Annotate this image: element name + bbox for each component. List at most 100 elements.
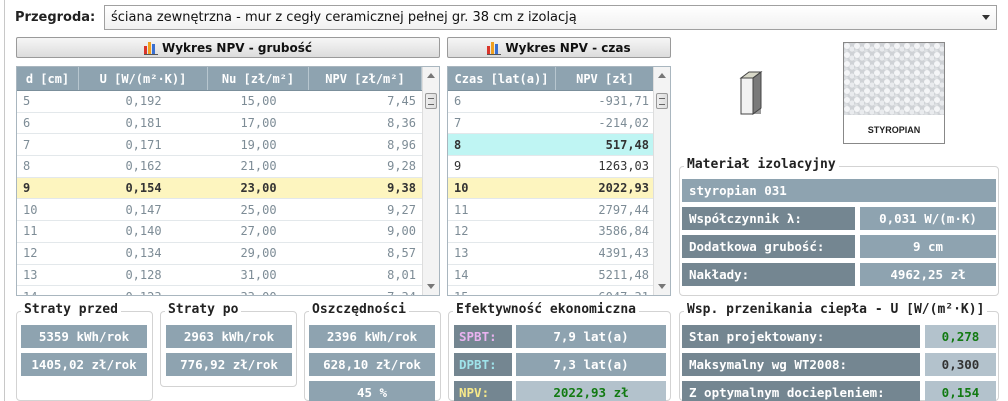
table-row[interactable]: 11 2797,44 xyxy=(448,199,670,222)
design-label: Stan projektowany: xyxy=(682,325,920,348)
time-table-scrollbar[interactable] xyxy=(653,67,670,295)
npv-thickness-chart-label: Wykres NPV - grubość xyxy=(161,40,313,55)
table-cell: 1263,03 xyxy=(598,159,649,174)
scroll-thumb[interactable] xyxy=(425,93,437,109)
scroll-down-icon[interactable] xyxy=(658,284,666,289)
table-cell: 6047,31 xyxy=(556,290,655,295)
col-header-npv[interactable]: NPV [zł/m²] xyxy=(309,67,422,90)
table-cell: 7,34 xyxy=(309,290,422,295)
table-cell: 10 xyxy=(454,181,469,196)
table-row[interactable]: 8 517,48 xyxy=(448,134,670,157)
table-cell: 6 xyxy=(454,94,462,109)
material-group-title: Materiał izolacyjny xyxy=(684,157,839,172)
przegroda-label: Przegroda: xyxy=(15,10,96,25)
table-cell: 0,171 xyxy=(125,137,162,152)
table-row[interactable]: 8 0,162 21,00 9,28 xyxy=(17,156,439,178)
chevron-down-icon[interactable] xyxy=(982,15,990,20)
table-cell: 8,96 xyxy=(387,137,416,152)
table-row[interactable]: 5 0,192 15,00 7,45 xyxy=(17,91,439,113)
table-cell: 13 xyxy=(23,267,38,282)
time-table-body: 6 -931,71 7 -214,02 8 517,48 9 1263,03 10 2022,93… xyxy=(448,91,670,295)
col-header-npv-zl[interactable]: NPV [zł] xyxy=(556,67,655,90)
table-cell: 23,00 xyxy=(240,181,277,196)
col-header-nu[interactable]: Nu [zł/m²] xyxy=(208,67,309,90)
spbt-label: SPBT: xyxy=(454,325,512,348)
table-row[interactable]: 156047,31 xyxy=(448,286,670,295)
opt-value: 0,154 xyxy=(925,381,996,401)
table-cell: 0,140 xyxy=(125,224,162,239)
table-cell: 8,36 xyxy=(387,116,416,131)
npv-label: NPV: xyxy=(454,381,512,401)
bar-chart-icon xyxy=(487,41,502,55)
npv-time-chart-label: Wykres NPV - czas xyxy=(505,40,631,55)
table-cell: 0,181 xyxy=(125,116,162,131)
scroll-up-icon[interactable] xyxy=(658,73,666,78)
thickness-table-scrollbar[interactable] xyxy=(422,67,439,295)
scroll-up-icon[interactable] xyxy=(427,73,435,78)
thickness-table-header: d [cm] U [W/(m²·K)] Nu [zł/m²] NPV [zł/m… xyxy=(17,67,439,91)
table-cell: 21,00 xyxy=(240,159,277,174)
table-cell: 7,45 xyxy=(387,94,416,109)
przegroda-select[interactable]: ściana zewnętrzna - mur z cegły ceramicz… xyxy=(104,5,997,30)
table-cell: 3586,84 xyxy=(598,224,649,239)
table-row[interactable]: 12 0,134 29,00 8,57 xyxy=(17,243,439,265)
table-row[interactable]: 140,12333,007,34 xyxy=(17,286,439,295)
col-header-time[interactable]: Czas [lat(a)] xyxy=(448,67,556,90)
table-row[interactable]: 10 0,147 25,00 9,27 xyxy=(17,199,439,222)
table-cell: 8,01 xyxy=(387,267,416,282)
col-header-d[interactable]: d [cm] xyxy=(17,67,79,90)
przegroda-select-value: ściana zewnętrzna - mur z cegły ceramicz… xyxy=(111,10,577,25)
scroll-thumb[interactable] xyxy=(656,93,668,109)
table-cell: 517,48 xyxy=(605,137,649,152)
table-cell: -931,71 xyxy=(598,94,649,109)
table-row[interactable]: 12 3586,84 xyxy=(448,221,670,243)
table-cell: -214,02 xyxy=(598,116,649,131)
table-row[interactable]: 14 5211,48 xyxy=(448,265,670,287)
table-row[interactable]: 7 -214,02 xyxy=(448,113,670,135)
table-cell: 12 xyxy=(23,246,38,261)
table-row[interactable]: 9 1263,03 xyxy=(448,156,670,178)
bar-chart-icon xyxy=(143,41,158,55)
opt-label: Z optymalnym dociepleniem: xyxy=(682,381,920,401)
table-cell: 14 xyxy=(454,267,469,282)
table-row[interactable]: 10 2022,93 xyxy=(448,177,670,200)
losses-before-title: Straty przed xyxy=(21,302,121,317)
table-row[interactable]: 11 0,140 27,00 9,00 xyxy=(17,221,439,243)
table-cell: 9,38 xyxy=(387,181,416,196)
table-cell: 11 xyxy=(454,202,469,217)
efficiency-title: Efektywność ekonomiczna xyxy=(453,302,640,317)
max-label: Maksymalny wg WT2008: xyxy=(682,353,920,376)
savings-pln: 628,10 zł/rok xyxy=(309,353,435,376)
table-row[interactable]: 13 4391,43 xyxy=(448,243,670,265)
table-cell: 19,00 xyxy=(240,137,277,152)
lambda-label: Współczynnik λ: xyxy=(682,207,855,230)
material-image-label: STYROPIAN xyxy=(867,125,921,135)
thickness-value: 9 cm xyxy=(860,235,996,258)
lambda-value: 0,031 W/(m·K) xyxy=(860,207,996,230)
table-row[interactable]: 9 0,154 23,00 9,38 xyxy=(17,177,439,200)
table-cell: 29,00 xyxy=(240,246,277,261)
table-row[interactable]: 6 -931,71 xyxy=(448,91,670,113)
dpbt-label: DPBT: xyxy=(454,353,512,376)
table-cell: 2797,44 xyxy=(598,202,649,217)
losses-after-pln: 776,92 zł/rok xyxy=(166,353,292,376)
table-cell: 0,123 xyxy=(79,290,208,295)
npv-thickness-chart-button[interactable]: Wykres NPV - grubość xyxy=(16,37,440,58)
npv-time-chart-button[interactable]: Wykres NPV - czas xyxy=(447,37,671,58)
table-row[interactable]: 7 0,171 19,00 8,96 xyxy=(17,134,439,157)
table-cell: 8,57 xyxy=(387,246,416,261)
table-cell: 33,00 xyxy=(208,290,309,295)
table-row[interactable]: 6 0,181 17,00 8,36 xyxy=(17,113,439,135)
table-cell: 17,00 xyxy=(240,116,277,131)
u-coef-title: Wsp. przenikania ciepła - U [W/(m²·K)] xyxy=(684,302,988,317)
dpbt-value: 7,3 lat(a) xyxy=(516,353,666,376)
table-cell: 0,134 xyxy=(125,246,162,261)
col-header-u[interactable]: U [W/(m²·K)] xyxy=(79,67,208,90)
scroll-down-icon[interactable] xyxy=(427,284,435,289)
thickness-table: d [cm] U [W/(m²·K)] Nu [zł/m²] NPV [zł/m… xyxy=(16,66,440,296)
table-row[interactable]: 13 0,128 31,00 8,01 xyxy=(17,265,439,287)
losses-after-title: Straty po xyxy=(165,302,242,317)
table-cell: 2022,93 xyxy=(598,181,649,196)
cost-value: 4962,25 zł xyxy=(860,263,996,286)
table-cell: 5211,48 xyxy=(598,267,649,282)
